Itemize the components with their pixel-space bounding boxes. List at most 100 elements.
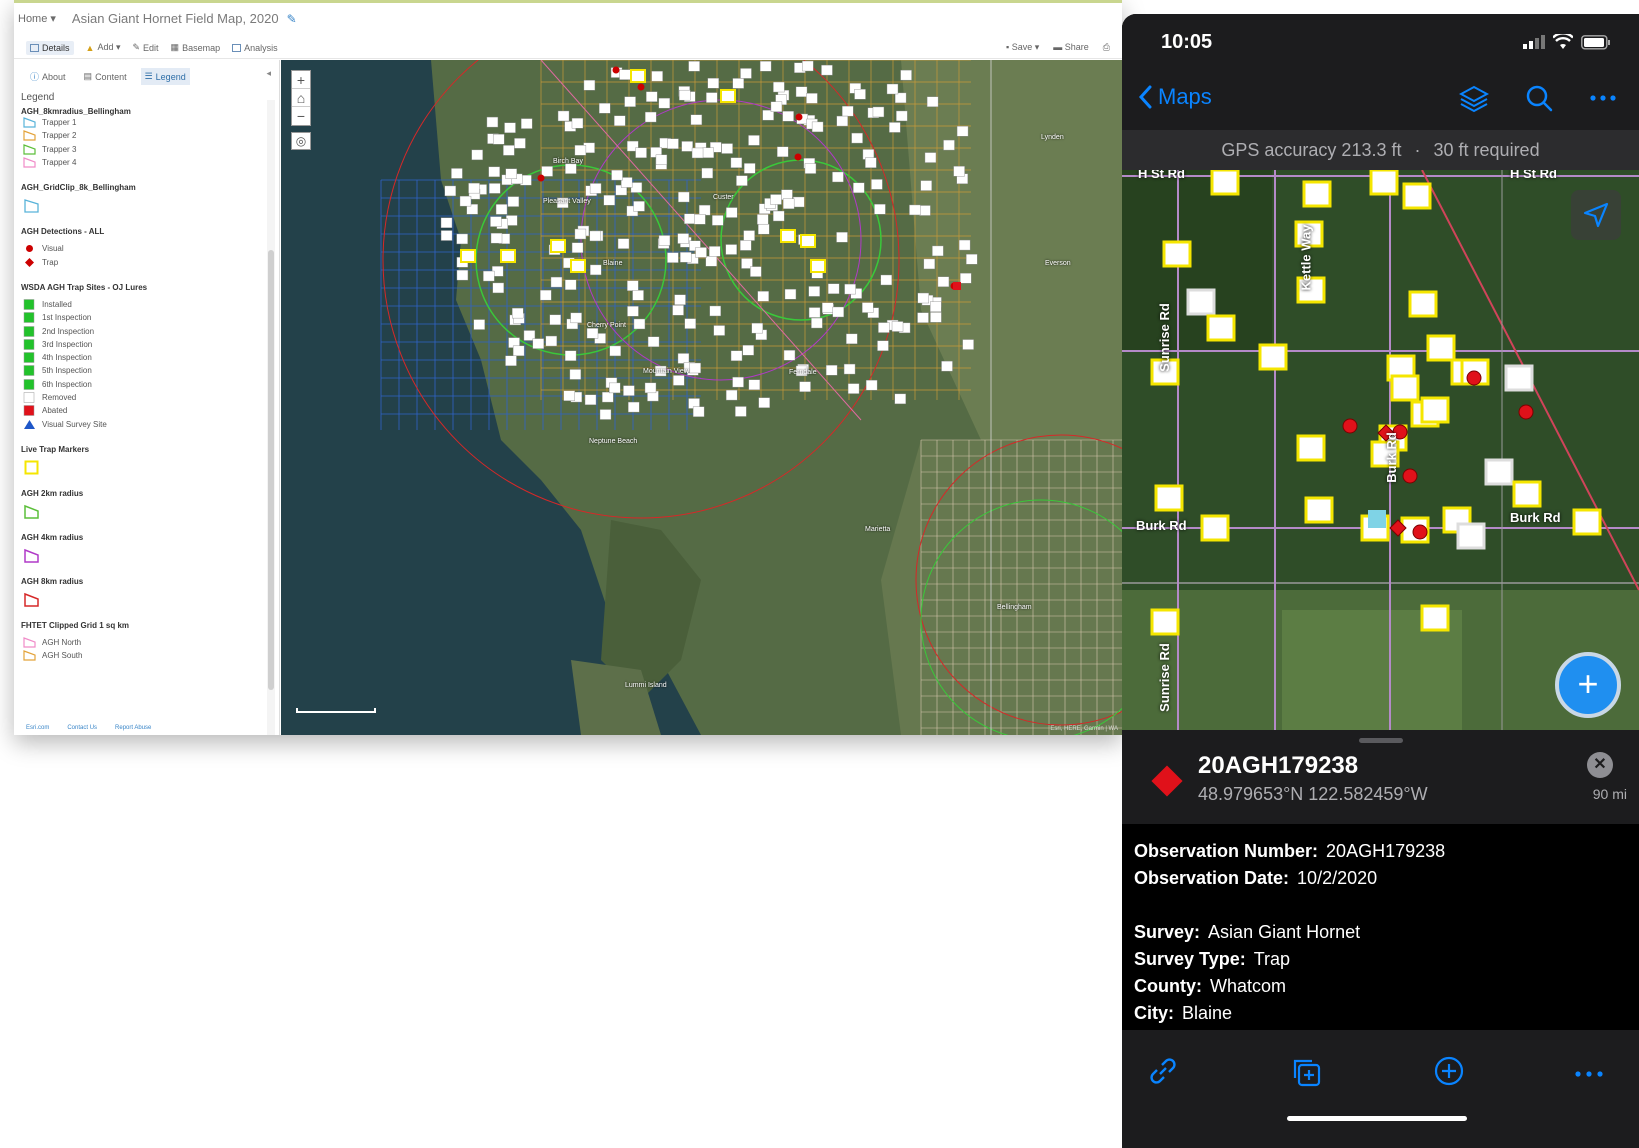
home-indicator[interactable] [1287, 1116, 1467, 1121]
edit-title-pencil-icon[interactable]: ✎ [287, 12, 297, 26]
analysis-button[interactable]: Analysis [232, 43, 278, 53]
zoom-in-button[interactable]: + [292, 71, 310, 89]
satellite-basemap[interactable] [281, 60, 1122, 735]
link-icon[interactable] [1148, 1056, 1178, 1091]
analysis-icon [232, 43, 242, 52]
map-toolbar: Details ▲ Add ▾ ✎ Edit ▦ Basemap Analysis ▪… [14, 37, 1122, 59]
top-nav-bar: Home ▾ Asian Giant Hornet Field Map, 202… [14, 0, 1122, 34]
home-menu[interactable]: Home ▾ [18, 12, 56, 25]
footer-link-report[interactable]: Report Abuse [115, 725, 151, 731]
wifi-icon [1553, 34, 1573, 49]
legend-detections-title: AGH Detections - ALL [21, 227, 105, 237]
attr-key: Observation Number: [1134, 841, 1319, 861]
legend-title: Legend [21, 92, 55, 103]
details-icon [30, 43, 39, 52]
legend-item: AGH South [23, 649, 266, 662]
legend-swatch-icon [24, 419, 35, 429]
attr-value: Trap [1253, 949, 1291, 969]
share-icon: ▬ [1053, 42, 1065, 52]
location-button[interactable] [1571, 190, 1621, 240]
panel-footer-links: Esri.com Contact Us Report Abuse [26, 725, 151, 731]
legend-item: Removed [23, 391, 266, 404]
print-icon[interactable]: ⎙ [1103, 42, 1110, 53]
legend-item-label: Installed [42, 299, 72, 309]
panel-tabs: ⓘ About ▤ Content ☰ Legend [14, 60, 279, 93]
tab-legend-label: Legend [155, 71, 186, 82]
legend-item-visual: Visual [23, 242, 266, 255]
mobile-satellite-basemap[interactable] [1122, 170, 1639, 730]
legend-scrollbar-thumb[interactable] [268, 250, 274, 690]
radius-2km-swatch-icon [24, 504, 39, 519]
tab-content-label: Content [95, 71, 127, 82]
attr-value: Asian Giant Hornet [1208, 922, 1361, 942]
legend-swatch-icon [23, 392, 35, 403]
legend-item: Installed [23, 298, 266, 311]
legend-item-label: AGH North [42, 637, 82, 647]
place-label-blaine: Blaine [603, 260, 623, 267]
legend-swatch-icon [23, 378, 35, 390]
map-attribution: Esri, HERE, Garmin | WA [1050, 726, 1118, 732]
place-label-everson: Everson [1045, 260, 1071, 267]
back-label: Maps [1158, 84, 1212, 109]
attr-key: Survey: [1134, 922, 1201, 942]
legend-swatch-icon [23, 325, 35, 337]
feature-detail-sheet: 20AGH179238 48.979653°N 122.582459°W ✕ 9… [1122, 730, 1639, 1148]
layers-icon[interactable] [1459, 84, 1489, 114]
collapse-panel-icon[interactable]: ◂ [266, 68, 271, 79]
add-circle-icon[interactable] [1434, 1056, 1464, 1091]
zoom-out-button[interactable]: − [292, 107, 310, 125]
share-button[interactable]: ▬ Share [1053, 42, 1089, 53]
legend-item-label: Visual Survey Site [42, 419, 107, 429]
legend-swatch-icon [23, 130, 36, 142]
ios-status-bar: 10:05 [1122, 14, 1639, 70]
road-label-kettle: Kettle Way [1298, 224, 1314, 291]
road-label-h-st-left: H St Rd [1138, 170, 1185, 181]
gps-accuracy-text: GPS accuracy 213.3 ft [1221, 140, 1402, 160]
home-extent-icon[interactable]: ⌂ [292, 89, 310, 107]
more-actions-icon[interactable] [1574, 1066, 1604, 1084]
legend-item: 4th Inspection [23, 351, 266, 364]
legend-trapsites-title: WSDA AGH Trap Sites - OJ Lures [21, 282, 148, 292]
gps-separator: · [1414, 140, 1421, 160]
locate-me-icon[interactable]: ◎ [291, 132, 311, 150]
legend-item: Abated [23, 404, 266, 417]
edit-button[interactable]: ✎ Edit [132, 42, 158, 53]
legend-swatch-icon [23, 143, 36, 155]
legend-2km-title: AGH 2km radius [21, 488, 84, 498]
close-sheet-button[interactable]: ✕ [1587, 752, 1613, 778]
add-feature-fab-button[interactable]: + [1555, 652, 1621, 718]
add-button[interactable]: ▲ Add ▾ [86, 42, 121, 53]
tab-legend[interactable]: ☰ Legend [140, 68, 190, 85]
place-label-neptune-beach: Neptune Beach [589, 438, 638, 445]
copy-feature-icon[interactable] [1290, 1056, 1322, 1093]
add-label: Add ▾ [97, 42, 121, 52]
tab-about[interactable]: ⓘ About [26, 68, 70, 85]
legend-item: AGH North [23, 636, 266, 649]
footer-link-esri[interactable]: Esri.com [26, 725, 49, 731]
sheet-grab-handle[interactable] [1359, 738, 1403, 743]
desktop-map-canvas[interactable]: + ⌂ − ◎ Esri, HERE, Garmin | WA Birch Ba… [281, 60, 1122, 735]
back-to-maps-button[interactable]: Maps [1138, 84, 1212, 110]
basemap-button[interactable]: ▦ Basemap [171, 42, 221, 53]
status-time: 10:05 [1161, 31, 1213, 53]
edit-icon: ✎ [132, 42, 141, 52]
edit-label: Edit [143, 42, 159, 53]
place-label-lummi-island: Lummi Island [625, 682, 667, 689]
footer-link-contact[interactable]: Contact Us [67, 725, 97, 731]
legend-swatch-icon [23, 117, 36, 128]
more-options-icon[interactable] [1589, 84, 1617, 112]
save-button[interactable]: ▪ Save ▾ [1006, 42, 1039, 53]
tab-content[interactable]: ▤ Content [80, 68, 131, 85]
details-button[interactable]: Details [26, 40, 74, 55]
add-layer-icon: ▲ [85, 42, 95, 53]
legend-item-label: Trapper 1 [42, 118, 77, 128]
legend-item-label: Trapper 2 [42, 131, 77, 141]
mobile-map-canvas[interactable]: H St Rd H St Rd Sunrise Rd Kettle Way Bu… [1122, 170, 1639, 730]
attr-key: City: [1134, 1003, 1174, 1023]
legend-list: Legend AGH_8kmradius_Bellingham Trapper … [14, 90, 266, 730]
search-icon[interactable] [1525, 84, 1553, 112]
legend-scrollbar[interactable] [267, 100, 275, 735]
mobile-field-maps-app: 10:05 Maps GPS accuracy 213.3 ft · 30 ft… [1122, 14, 1639, 1148]
gps-required-text: 30 ft required [1433, 140, 1540, 160]
status-icons [1523, 34, 1611, 50]
